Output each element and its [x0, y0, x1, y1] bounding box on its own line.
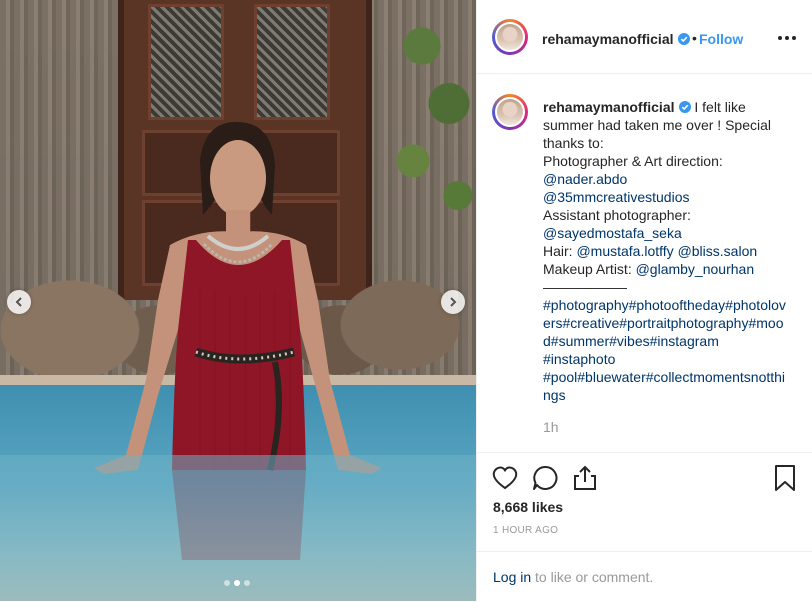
login-prompt-text: to like or comment. [531, 569, 654, 585]
avatar[interactable] [492, 94, 528, 130]
caption-text: Photographer & Art direction: [543, 153, 723, 169]
verified-badge-icon [677, 33, 690, 45]
woman-figure [0, 121, 476, 601]
chevron-right-icon [450, 297, 457, 307]
post-timestamp: 1 HOUR AGO [493, 525, 559, 536]
more-options-button[interactable] [777, 30, 797, 46]
follow-button[interactable]: Follow [699, 31, 743, 47]
carousel-prev-button[interactable] [7, 290, 31, 314]
mention-link[interactable]: @sayedmostafa_seka [543, 224, 791, 242]
verified-badge-icon [678, 101, 691, 113]
carousel-dot [234, 580, 240, 586]
caption-time: 1h [543, 419, 559, 435]
caption-username-link[interactable]: rehamaymanofficial [543, 99, 675, 115]
post-header: rehamaymanofficial • Follow [477, 0, 812, 74]
carousel-dots [224, 580, 250, 586]
share-icon [574, 465, 596, 490]
comment-icon [533, 465, 558, 490]
more-options-icon [778, 36, 796, 40]
hashtag-link[interactable]: #pool#bluewater#collectmomentsnotthings [543, 368, 791, 404]
post-side-panel: rehamaymanofficial • Follow rehamaymanof… [476, 0, 812, 601]
post-photo[interactable] [0, 0, 476, 601]
carousel-dot [224, 580, 230, 586]
hashtag-link[interactable]: #photography#photooftheday#photolovers#c… [543, 296, 791, 350]
likes-count[interactable]: 8,668 likes [493, 499, 563, 515]
username-link[interactable]: rehamaymanofficial [542, 31, 674, 47]
post-actions: 8,668 likes 1 HOUR AGO Log in to like or… [477, 452, 812, 601]
post-caption: rehamaymanofficial I felt like summer ha… [543, 98, 791, 404]
caption-text: Hair: [543, 243, 577, 259]
bookmark-icon [775, 465, 795, 491]
mention-link[interactable]: @mustafa.lotffy [576, 243, 673, 259]
heart-icon [492, 466, 518, 490]
chevron-left-icon [15, 297, 22, 307]
avatar[interactable] [492, 19, 528, 55]
caption-text: Assistant photographer: [543, 207, 691, 223]
share-button[interactable] [570, 463, 600, 493]
like-button[interactable] [490, 463, 520, 493]
login-link[interactable]: Log in [493, 569, 531, 585]
comment-button[interactable] [530, 463, 560, 493]
comments-section: rehamaymanofficial I felt like summer ha… [477, 74, 812, 452]
mention-link[interactable]: @35mmcreativestudios [543, 188, 791, 206]
mention-link[interactable]: @glamby_nourhan [636, 261, 755, 277]
header-username-row: rehamaymanofficial [542, 31, 690, 49]
mention-link[interactable]: @nader.abdo [543, 170, 791, 188]
carousel-dot [244, 580, 250, 586]
separator-dot: • [692, 30, 697, 46]
login-prompt: Log in to like or comment. [477, 551, 812, 602]
mention-link[interactable]: @bliss.salon [678, 243, 758, 259]
caption-divider: —————— [543, 279, 627, 295]
save-button[interactable] [770, 463, 800, 493]
hashtag-link[interactable]: #instaphoto [543, 350, 791, 368]
carousel-next-button[interactable] [441, 290, 465, 314]
caption-text: Makeup Artist: [543, 261, 636, 277]
